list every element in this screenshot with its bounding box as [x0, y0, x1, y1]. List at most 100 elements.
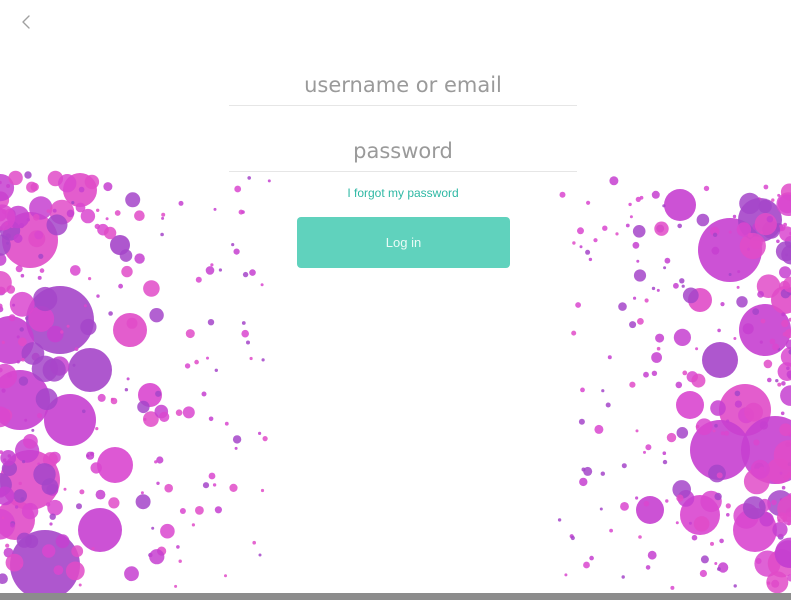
decorative-dot: [708, 464, 726, 483]
decorative-dot: [160, 232, 164, 237]
decorative-dot: [34, 230, 44, 240]
decorative-dot: [763, 359, 773, 369]
decorative-dot: [787, 522, 791, 526]
decorative-dot: [772, 343, 780, 351]
decorative-dot: [724, 430, 730, 436]
decorative-dot: [53, 565, 64, 575]
decorative-dot: [134, 210, 145, 221]
decorative-dot: [632, 225, 646, 238]
decorative-dot: [63, 487, 67, 491]
decorative-dot: [178, 200, 184, 206]
decorative-dot: [615, 232, 619, 236]
decorative-dot: [599, 507, 603, 511]
decorative-dot: [80, 318, 97, 336]
decorative-dot: [628, 202, 632, 207]
decorative-dot: [78, 186, 85, 193]
decorative-dot: [212, 483, 217, 487]
decorative-dot: [12, 303, 16, 307]
decorative-dot: [38, 253, 44, 259]
decorative-dot: [57, 174, 77, 193]
decorative-dot: [66, 324, 70, 328]
decorative-dot: [679, 278, 685, 284]
decorative-dot: [585, 249, 591, 255]
decorative-dot: [84, 174, 100, 190]
forgot-password-link[interactable]: I forgot my password: [229, 186, 577, 200]
password-field-container: [229, 131, 577, 172]
decorative-dot: [46, 214, 68, 236]
decorative-dot: [662, 204, 666, 208]
back-button[interactable]: [14, 8, 38, 36]
decorative-dot: [195, 506, 204, 515]
decorative-dot: [68, 348, 112, 392]
decorative-dot: [781, 312, 786, 317]
decorative-dot: [749, 236, 763, 250]
decorative-dot: [95, 427, 99, 431]
decorative-dot: [182, 406, 195, 419]
decorative-dot: [716, 472, 723, 479]
decorative-dot: [155, 390, 162, 397]
decorative-dot: [108, 497, 120, 509]
decorative-dot: [656, 346, 661, 351]
decorative-dot: [758, 199, 772, 214]
password-input[interactable]: [229, 131, 577, 171]
decorative-dot: [676, 494, 684, 502]
decorative-dot: [557, 518, 562, 522]
decorative-dot: [772, 522, 788, 538]
decorative-dot: [635, 429, 639, 433]
decorative-dot: [191, 523, 195, 527]
username-input[interactable]: [229, 65, 577, 105]
decorative-dot: [42, 544, 56, 558]
decorative-dot: [108, 311, 113, 316]
decorative-dot: [636, 496, 664, 524]
decorative-dot: [625, 223, 630, 228]
decorative-dot: [46, 325, 64, 343]
decorative-dot: [676, 391, 704, 419]
decorative-dot: [159, 411, 170, 422]
decorative-dot: [103, 226, 117, 240]
decorative-dot: [605, 402, 611, 408]
decorative-dot: [126, 317, 138, 329]
decorative-dot: [238, 209, 244, 215]
decorative-dot: [97, 393, 106, 402]
decorative-dot: [594, 424, 604, 434]
decorative-dot: [258, 431, 262, 435]
decorative-dot: [779, 266, 791, 279]
decorative-dot: [779, 471, 783, 475]
decorative-dot: [95, 489, 106, 500]
decorative-dot: [79, 489, 85, 495]
decorative-dot: [638, 535, 642, 539]
decorative-dot: [118, 283, 123, 289]
decorative-dot: [780, 385, 791, 406]
decorative-dot: [593, 238, 598, 243]
decorative-dot: [13, 234, 23, 243]
decorative-dot: [702, 342, 738, 378]
decorative-dot: [654, 221, 669, 236]
decorative-dot: [20, 273, 25, 278]
decorative-dot: [179, 508, 186, 514]
decorative-dot: [49, 513, 56, 520]
decorative-dot: [760, 318, 766, 324]
decorative-dot: [210, 263, 214, 267]
decorative-dot: [577, 227, 584, 235]
decorative-dot: [214, 506, 222, 514]
decorative-dot: [583, 561, 590, 569]
decorative-dot: [241, 321, 246, 325]
decorative-dot: [8, 170, 23, 186]
decorative-dot: [575, 302, 581, 308]
decorative-dot: [717, 328, 721, 333]
decorative-dot: [600, 471, 605, 476]
decorative-dot: [696, 213, 710, 227]
decorative-dot: [249, 269, 256, 276]
decorative-dot: [194, 359, 199, 365]
decorative-dot: [252, 540, 256, 545]
login-button[interactable]: Log in: [297, 217, 510, 268]
decorative-dot: [52, 208, 57, 213]
decorative-dot: [775, 241, 791, 262]
bottom-divider: [0, 593, 791, 600]
decorative-dot: [26, 218, 30, 222]
decorative-dot: [143, 280, 160, 297]
decorative-dot: [70, 265, 81, 276]
decorative-dot: [621, 575, 625, 579]
decorative-dot: [202, 482, 210, 489]
decorative-dot: [711, 246, 720, 255]
